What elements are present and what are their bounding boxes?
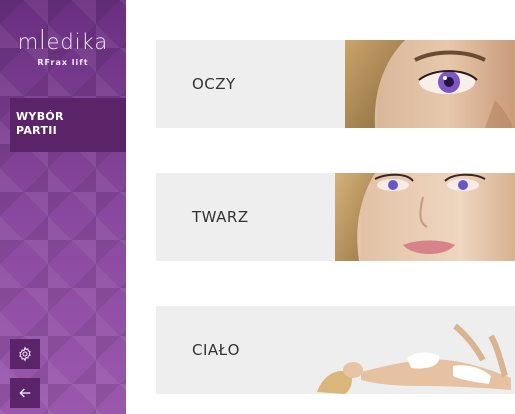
logo-text: mꟾedika xyxy=(17,30,109,54)
medika-logo: mꟾedika RFrax lift xyxy=(0,0,126,88)
nav-item-body-part-selection[interactable]: WYBÓR PARTII xyxy=(10,98,126,152)
body-part-card-eyes[interactable]: OCZY xyxy=(156,40,515,128)
settings-button[interactable] xyxy=(10,339,40,369)
card-label: CIAŁO xyxy=(192,341,240,359)
body-part-card-body[interactable]: CIAŁO xyxy=(156,306,515,394)
face-closeup-photo xyxy=(335,173,515,261)
nav-item-label: WYBÓR PARTII xyxy=(16,110,64,137)
card-label: OCZY xyxy=(192,75,236,93)
gear-icon xyxy=(17,346,33,362)
reclining-woman-photo xyxy=(315,306,515,394)
eye-closeup-photo xyxy=(345,40,515,128)
sidebar: mꟾedika RFrax lift WYBÓR PARTII xyxy=(0,0,126,414)
body-part-card-face[interactable]: TWARZ xyxy=(156,173,515,261)
card-label: TWARZ xyxy=(192,208,249,226)
back-button[interactable] xyxy=(10,378,40,408)
logo-subtitle: RFrax lift xyxy=(37,58,89,67)
arrow-left-icon xyxy=(17,385,33,401)
